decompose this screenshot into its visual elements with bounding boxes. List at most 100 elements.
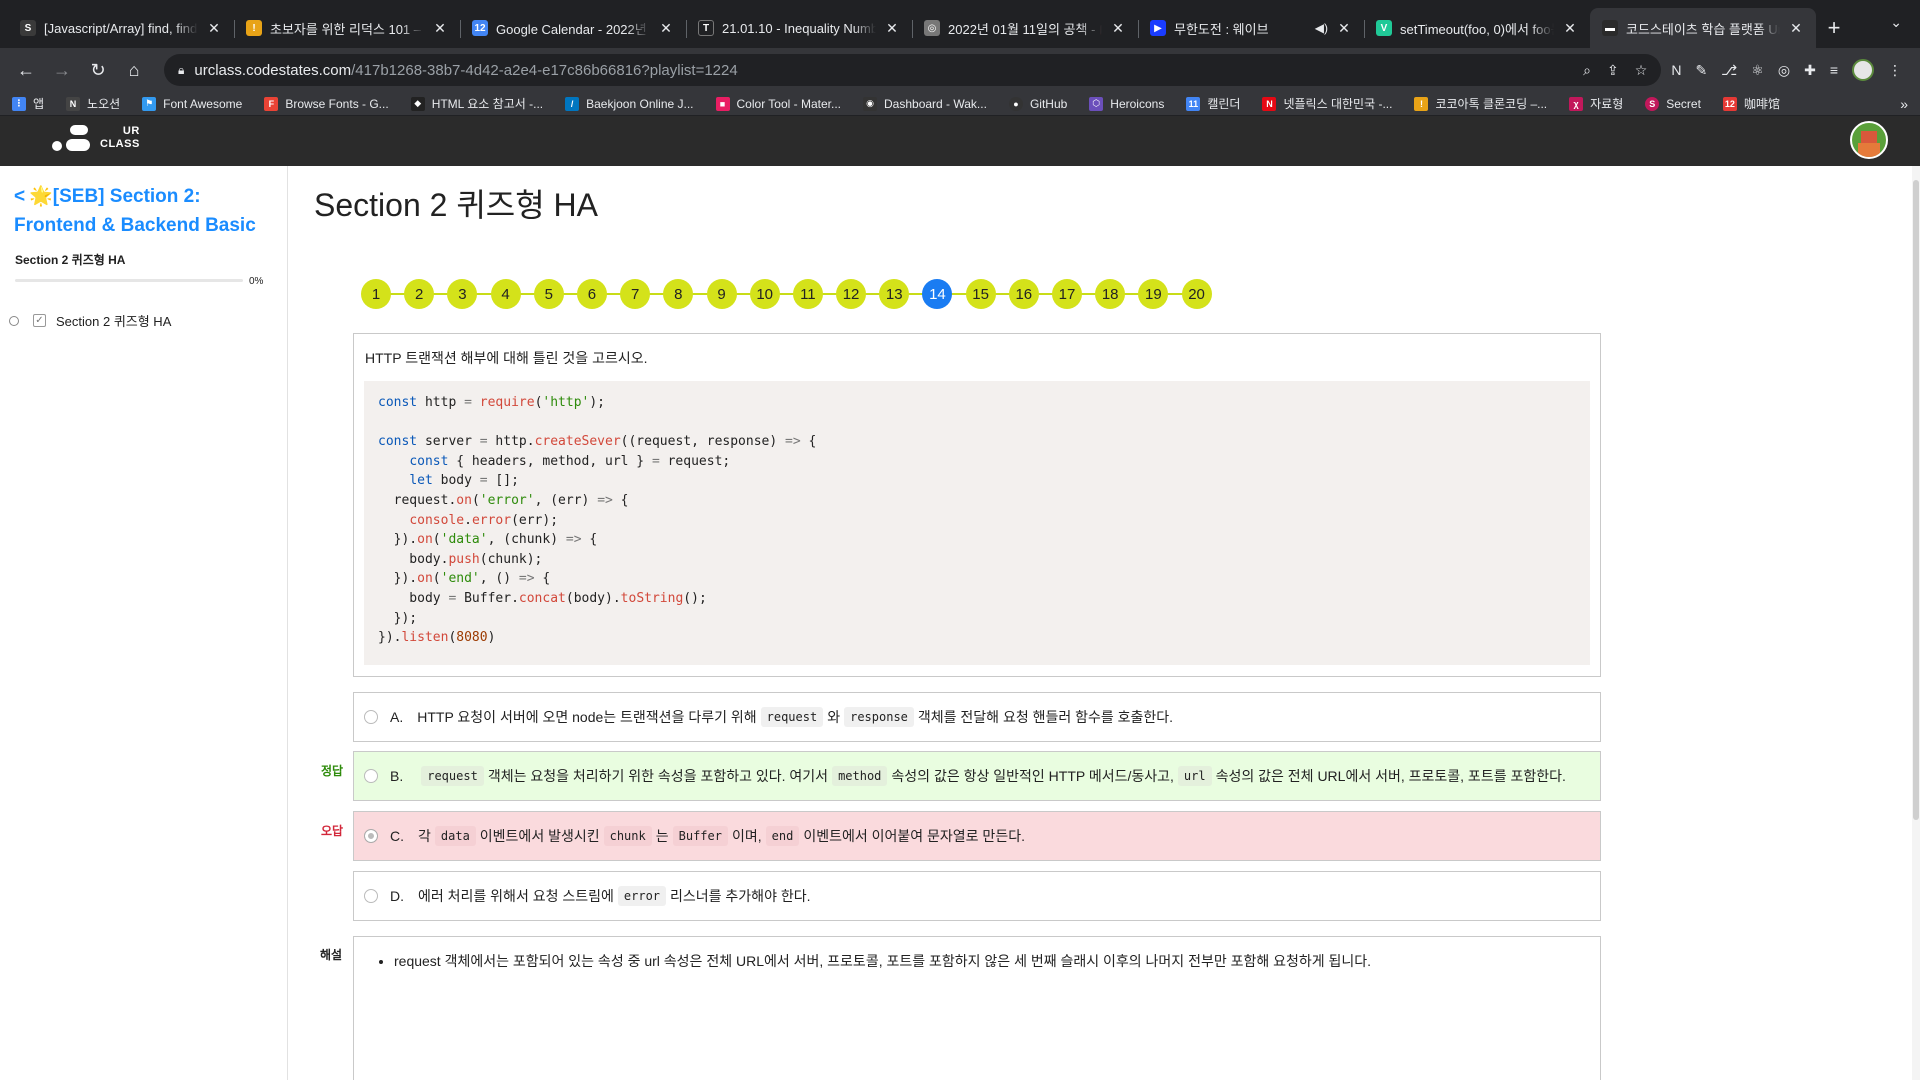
tab-close-icon[interactable]: ✕ — [1110, 20, 1126, 37]
bookmark-item[interactable]: ● GitHub — [1008, 96, 1067, 111]
tab-close-icon[interactable]: ✕ — [206, 20, 222, 37]
browser-tab[interactable]: ! 초보자를 위한 리덕스 101 – 노마 ✕ — [234, 8, 460, 48]
git-extension-icon[interactable]: ⎇ — [1721, 62, 1737, 79]
tab-close-icon[interactable]: ✕ — [1788, 20, 1804, 37]
bookmark-item[interactable]: ! 코코아톡 클론코딩 –... — [1414, 95, 1547, 112]
question-step[interactable]: 20 — [1181, 279, 1212, 309]
browser-tab[interactable]: V setTimeout(foo, 0)에서 foo는 ✕ — [1364, 8, 1590, 48]
bookmarks-overflow-icon[interactable]: » — [1900, 96, 1908, 112]
question-step[interactable]: 15 — [965, 279, 996, 309]
browser-tab[interactable]: T 21.01.10 - Inequality Number ✕ — [686, 8, 912, 48]
bookmark-item[interactable]: ⚑ Font Awesome — [142, 96, 242, 111]
lock-icon[interactable]: 🔒︎ — [178, 63, 184, 78]
tab-close-icon[interactable]: ✕ — [658, 20, 674, 37]
correct-answer-label: 정답 — [321, 764, 344, 778]
bookmark-item[interactable]: / Baekjoon Online J... — [565, 96, 694, 111]
new-tab-plus-icon[interactable]: + — [1816, 8, 1852, 48]
puzzle-extension-icon[interactable]: ✚ — [1804, 62, 1816, 79]
page-title: Section 2 퀴즈형 HA — [314, 187, 598, 223]
radio-button[interactable] — [364, 769, 378, 783]
address-bar[interactable]: 🔒︎ urclass.codestates.com /417b1268-38b7… — [164, 54, 1662, 86]
bookmark-item[interactable]: S Secret — [1645, 96, 1701, 111]
tab-close-icon[interactable]: ✕ — [1562, 20, 1578, 37]
bookmark-item[interactable]: F Browse Fonts - G... — [264, 96, 389, 111]
tab-close-icon[interactable]: ✕ — [884, 20, 900, 37]
bookmark-item[interactable]: ◆ HTML 요소 참고서 -... — [410, 95, 543, 112]
radio-button[interactable] — [364, 889, 378, 903]
chevron-left-icon[interactable]: < — [14, 182, 25, 211]
bookmark-item[interactable]: 12 咖啡馆 — [1722, 95, 1780, 112]
bookmark-item[interactable]: ⬡ Heroicons — [1089, 96, 1164, 111]
tab-search-chevron-icon[interactable]: ⌄ — [1890, 14, 1902, 31]
home-icon[interactable]: ⌂ — [118, 54, 150, 86]
apps-grid-icon: ⋮ — [12, 96, 26, 111]
choice-d[interactable]: D. 에러 처리를 위해서 요청 스트림에 error 리스너를 추가해야 한다… — [353, 871, 1601, 921]
question-step[interactable]: 9 — [706, 279, 737, 309]
tab-audio-speaker-icon[interactable]: ◀) — [1315, 21, 1328, 35]
question-step[interactable]: 18 — [1095, 279, 1126, 309]
question-stepper: 1 2 3 4 5 6 7 8 9 10 11 12 13 14 15 16 17 18 19 20 — [361, 278, 1212, 310]
bookmark-item[interactable]: ■ Color Tool - Mater... — [715, 96, 841, 111]
bookmark-item[interactable]: ◉ Dashboard - Wak... — [863, 96, 987, 111]
bookmark-item[interactable]: N 노오션 — [66, 95, 120, 112]
urclass-logo[interactable]: UR CLASS — [52, 123, 148, 157]
question-step[interactable]: 16 — [1008, 279, 1039, 309]
question-step[interactable]: 19 — [1138, 279, 1169, 309]
question-step[interactable]: 1 — [361, 279, 391, 309]
scrollbar-thumb[interactable] — [1913, 180, 1919, 820]
user-avatar[interactable] — [1850, 121, 1888, 159]
pen-extension-icon[interactable]: ✎ — [1695, 62, 1707, 79]
back-arrow-icon[interactable]: ← — [10, 54, 42, 86]
radio-button[interactable] — [364, 710, 378, 724]
notion-icon: N — [66, 96, 81, 111]
warning-icon: ! — [1414, 96, 1429, 111]
browser-tab[interactable]: 12 Google Calendar - 2022년 1월 ✕ — [460, 8, 686, 48]
browser-tab-bar: S [Javascript/Array] find, findI ✕ ! 초보자… — [0, 0, 1920, 48]
browser-tab[interactable]: ▶ 무한도전 : 웨이브 ◀) ✕ — [1138, 8, 1364, 48]
tab-close-icon[interactable]: ✕ — [432, 20, 448, 37]
bookmark-item[interactable]: N 넷플릭스 대한민국 -... — [1262, 95, 1392, 112]
question-step[interactable]: 7 — [620, 279, 651, 309]
reading-list-icon[interactable]: ≡ — [1830, 62, 1838, 78]
question-step[interactable]: 13 — [879, 279, 910, 309]
browser-tab-active[interactable]: ▬ 코드스테이츠 학습 플랫폼 UrClass ✕ — [1590, 8, 1816, 48]
share-icon[interactable]: ⇪ — [1607, 62, 1619, 79]
browser-tab[interactable]: ◎ 2022년 01월 11일의 공책 - 📖 Ga ✕ — [912, 8, 1138, 48]
question-step-current[interactable]: 14 — [922, 279, 953, 309]
question-step[interactable]: 11 — [792, 279, 823, 309]
react-extension-icon[interactable]: ⚛ — [1751, 62, 1764, 79]
zoom-magnifier-icon[interactable]: ⌕ — [1583, 62, 1591, 79]
target-extension-icon[interactable]: ◎ — [1778, 62, 1790, 79]
reload-icon[interactable]: ↻ — [82, 54, 114, 86]
bookmark-item[interactable]: 11 캘린더 — [1186, 95, 1240, 112]
notion-extension-icon[interactable]: N — [1671, 62, 1681, 78]
explanation-list: request 객체에서는 포함되어 있는 속성 중 url 속성은 전체 UR… — [394, 951, 1371, 971]
question-step[interactable]: 17 — [1052, 279, 1082, 309]
profile-avatar[interactable] — [1852, 59, 1874, 81]
browser-tab[interactable]: S [Javascript/Array] find, findI ✕ — [8, 8, 234, 48]
choice-b[interactable]: B. request 객체는 요청을 처리하기 위한 속성을 포함하고 있다. … — [353, 751, 1601, 801]
question-step[interactable]: 10 — [749, 279, 780, 309]
choice-a[interactable]: A. HTTP 요청이 서버에 오면 node는 트랜잭션을 다루기 위해 re… — [353, 692, 1601, 742]
bookmark-item[interactable]: χ 자료형 — [1569, 95, 1623, 112]
question-step[interactable]: 5 — [533, 279, 564, 309]
tab-title: 초보자를 위한 리덕스 101 – 노마 — [270, 21, 424, 37]
bookmark-star-icon[interactable]: ☆ — [1635, 62, 1648, 79]
question-step[interactable]: 8 — [663, 279, 694, 309]
course-title-link[interactable]: < 🌟[SEB] Section 2: Frontend & Backend Ba… — [14, 182, 274, 240]
bookmark-apps[interactable]: ⋮ 앱 — [12, 95, 44, 112]
forward-arrow-icon[interactable]: → — [46, 54, 78, 86]
tab-close-icon[interactable]: ✕ — [1336, 20, 1352, 37]
question-step[interactable]: 6 — [576, 279, 607, 309]
chrome-menu-icon[interactable]: ⋮ — [1888, 62, 1902, 79]
question-step[interactable]: 3 — [447, 279, 478, 309]
inline-code: end — [765, 826, 800, 846]
progress-percent: 0% — [249, 276, 264, 287]
question-step[interactable]: 12 — [836, 279, 867, 309]
question-step[interactable]: 2 — [404, 279, 435, 309]
tab-title: 21.01.10 - Inequality Number — [722, 20, 876, 36]
choice-c[interactable]: C. 각 data 이벤트에서 발생시킨 chunk 는 Buffer 이며, … — [353, 811, 1601, 861]
sidebar-item-quiz[interactable]: ✓ Section 2 퀴즈형 HA — [9, 311, 171, 330]
question-step[interactable]: 4 — [490, 279, 521, 309]
radio-button-selected[interactable] — [364, 829, 378, 843]
